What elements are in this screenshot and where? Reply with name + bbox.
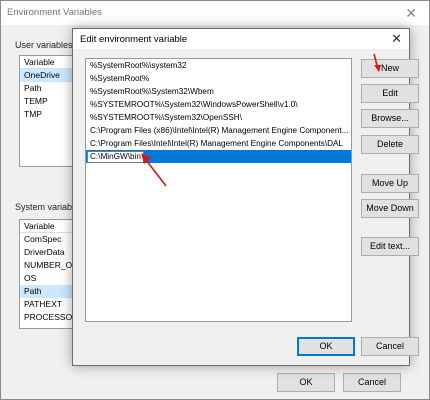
annotation-arrow-path-icon xyxy=(141,153,167,187)
path-row[interactable]: %SystemRoot%\system32 xyxy=(86,59,351,72)
system-list-header[interactable]: Variable xyxy=(20,220,74,233)
path-row[interactable]: %SystemRoot% xyxy=(86,72,351,85)
list-item[interactable]: Path xyxy=(20,285,74,298)
move-up-button[interactable]: Move Up xyxy=(361,174,419,193)
path-row[interactable]: %SystemRoot%\System32\Wbem xyxy=(86,85,351,98)
path-list[interactable]: %SystemRoot%\system32 %SystemRoot% %Syst… xyxy=(85,58,352,322)
browse-button[interactable]: Browse... xyxy=(361,109,419,128)
user-list-header[interactable]: Variable xyxy=(20,56,74,69)
path-row[interactable]: C:\Program Files\Intel\Intel(R) Manageme… xyxy=(86,137,351,150)
dialog-cancel-button[interactable]: Cancel xyxy=(361,337,419,356)
bg-titlebar: Environment Variables ✕ xyxy=(1,1,429,25)
dialog-title: Edit environment variable xyxy=(80,34,188,45)
system-variables-label: System variable xyxy=(15,202,80,212)
list-item[interactable]: PROCESSOR xyxy=(20,311,74,324)
edit-button[interactable]: Edit xyxy=(361,84,419,103)
list-item[interactable]: NUMBER_OF_ xyxy=(20,259,74,272)
delete-button[interactable]: Delete xyxy=(361,135,419,154)
list-item[interactable]: TEMP xyxy=(20,95,74,108)
path-row[interactable]: %SYSTEMROOT%\System32\WindowsPowerShell\… xyxy=(86,98,351,111)
list-item[interactable]: TMP xyxy=(20,108,74,121)
bg-close-icon[interactable]: ✕ xyxy=(405,5,417,22)
dialog-titlebar: Edit environment variable ✕ xyxy=(73,29,409,49)
path-row[interactable]: C:\Program Files (x86)\Intel\Intel(R) Ma… xyxy=(86,124,351,137)
bg-window-title: Environment Variables xyxy=(7,7,102,18)
list-item[interactable]: Path xyxy=(20,82,74,95)
list-item[interactable]: OS xyxy=(20,272,74,285)
list-item[interactable]: DriverData xyxy=(20,246,74,259)
bg-cancel-button[interactable]: Cancel xyxy=(343,373,401,392)
system-variables-list[interactable]: Variable ComSpec DriverData NUMBER_OF_ O… xyxy=(19,219,75,329)
path-row[interactable]: %SYSTEMROOT%\System32\OpenSSH\ xyxy=(86,111,351,124)
edit-text-button[interactable]: Edit text... xyxy=(361,237,419,256)
dialog-close-icon[interactable]: ✕ xyxy=(391,31,402,47)
path-row-selected[interactable]: C:\MinGW\bin xyxy=(86,150,351,163)
path-edit-input[interactable]: C:\MinGW\bin xyxy=(87,151,144,163)
list-item[interactable]: OneDrive xyxy=(20,69,74,82)
annotation-arrow-new-icon xyxy=(373,53,381,72)
edit-environment-variable-dialog: Edit environment variable ✕ %SystemRoot%… xyxy=(72,28,419,366)
bg-ok-button[interactable]: OK xyxy=(277,373,335,392)
user-variables-list[interactable]: Variable OneDrive Path TEMP TMP xyxy=(19,55,75,167)
move-down-button[interactable]: Move Down xyxy=(361,199,419,218)
list-item[interactable]: ComSpec xyxy=(20,233,74,246)
dialog-ok-button[interactable]: OK xyxy=(297,337,355,356)
list-item[interactable]: PATHEXT xyxy=(20,298,74,311)
